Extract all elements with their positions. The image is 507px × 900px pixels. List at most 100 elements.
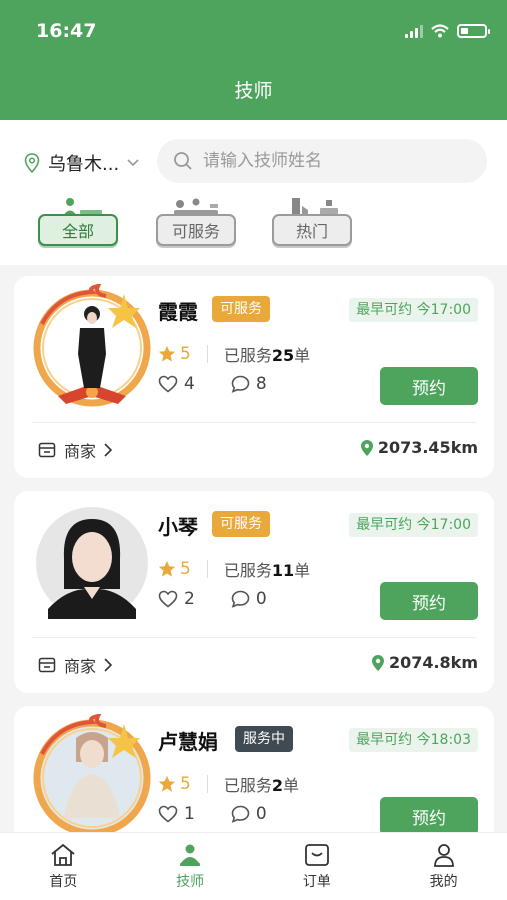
page-title: 技师 [234, 80, 273, 102]
search-input[interactable] [203, 151, 473, 171]
rating-score: 5 [180, 344, 191, 364]
filter-tab-label: 可服务 [156, 214, 236, 246]
stats-row: 2 0 [158, 589, 267, 609]
tab-home[interactable]: 首页 [0, 833, 127, 900]
star-icon [158, 345, 176, 362]
rating-score: 5 [180, 774, 191, 794]
filter-tab-label: 热门 [272, 214, 352, 246]
merchant-link[interactable]: 商家 [38, 653, 113, 677]
earliest-time: 今17:00 [416, 517, 471, 533]
technician-card[interactable]: 霞霞 可服务 最早可约 今17:00 5 已服务25单 4 8 预约 商家 20… [14, 276, 494, 478]
comment-count: 8 [255, 374, 267, 394]
signal-icon [405, 24, 423, 38]
rating-row: 5 已服务2单 [158, 772, 299, 796]
location-pin-icon [360, 439, 373, 456]
distance-value: 2073.45km [377, 438, 478, 457]
heart-icon[interactable] [158, 375, 178, 393]
app-header: 16:47 技师 [0, 0, 507, 120]
merchant-link[interactable]: 商家 [38, 438, 113, 462]
tab-orders[interactable]: 订单 [254, 833, 381, 900]
star-icon [158, 775, 176, 792]
search-box[interactable] [157, 139, 487, 183]
tab-label: 技师 [176, 874, 205, 890]
tab-technician[interactable]: 技师 [127, 833, 254, 900]
filter-tab-available[interactable]: 可服务 [156, 196, 236, 250]
store-icon [38, 442, 56, 458]
location-selector[interactable]: 乌鲁木... [24, 150, 139, 176]
status-badge: 可服务 [212, 511, 270, 537]
star-icon [158, 560, 176, 577]
technician-name: 小琴 [158, 515, 198, 539]
merchant-label: 商家 [64, 442, 97, 461]
tab-label: 我的 [429, 874, 458, 890]
rating-score: 5 [180, 559, 191, 579]
avatar [28, 499, 156, 627]
avatar-frame-icon [33, 284, 151, 407]
chevron-right-icon [104, 658, 113, 672]
book-button[interactable]: 预约 [380, 797, 478, 835]
earliest-time: 今17:00 [416, 302, 471, 318]
like-count: 1 [184, 804, 195, 824]
status-time: 16:47 [36, 20, 97, 42]
tab-profile[interactable]: 我的 [380, 833, 507, 900]
avatar [28, 714, 156, 842]
earliest-booking: 最早可约 今18:03 [349, 728, 478, 752]
comment-count: 0 [255, 804, 267, 824]
comment-icon[interactable] [231, 590, 250, 608]
divider [32, 637, 476, 638]
technician-name: 卢慧娟 [158, 730, 218, 754]
divider [206, 345, 208, 363]
like-count: 4 [184, 374, 195, 394]
wifi-icon [431, 24, 449, 38]
avatar-photo-icon [36, 507, 148, 619]
divider [206, 560, 208, 578]
bottom-tab-bar: 首页 技师 订单 我的 [0, 832, 507, 900]
rating-row: 5 已服务25单 [158, 342, 310, 366]
home-icon [51, 843, 75, 866]
comment-icon[interactable] [231, 375, 250, 393]
served-count: 已服务25单 [223, 346, 311, 365]
merchant-label: 商家 [64, 657, 97, 676]
earliest-label: 最早可约 [356, 302, 413, 318]
distance: 2074.8km [371, 653, 478, 672]
status-badge: 可服务 [212, 296, 270, 322]
served-count: 已服务11单 [223, 561, 311, 580]
chevron-down-icon [127, 159, 139, 167]
stats-row: 4 8 [158, 374, 267, 394]
earliest-booking: 最早可约 今17:00 [349, 298, 478, 322]
divider [32, 422, 476, 423]
filter-tab-hot[interactable]: 热门 [272, 196, 352, 250]
search-icon [174, 152, 192, 170]
battery-icon [457, 24, 490, 38]
served-count: 已服务2单 [223, 776, 299, 795]
distance: 2073.45km [360, 438, 478, 457]
book-button[interactable]: 预约 [380, 367, 478, 405]
stats-row: 1 0 [158, 804, 267, 824]
location-pin-icon [24, 153, 40, 173]
store-icon [38, 657, 56, 673]
heart-icon[interactable] [158, 805, 178, 823]
tab-label: 首页 [49, 874, 78, 890]
chevron-right-icon [104, 443, 113, 457]
book-button[interactable]: 预约 [380, 582, 478, 620]
technician-name: 霞霞 [158, 300, 198, 324]
heart-icon[interactable] [158, 590, 178, 608]
like-count: 2 [184, 589, 195, 609]
tab-label: 订单 [302, 874, 331, 890]
status-badge: 服务中 [235, 726, 293, 752]
divider [206, 775, 208, 793]
status-icons [405, 24, 490, 38]
technician-card[interactable]: 小琴 可服务 最早可约 今17:00 5 已服务11单 2 0 预约 商家 20… [14, 491, 494, 693]
earliest-booking: 最早可约 今17:00 [349, 513, 478, 537]
order-icon [304, 844, 329, 866]
avatar [28, 284, 156, 412]
technician-icon [180, 844, 201, 866]
comment-count: 0 [255, 589, 267, 609]
location-pin-icon [371, 654, 384, 671]
comment-icon[interactable] [231, 805, 250, 823]
earliest-time: 今18:03 [416, 732, 471, 748]
avatar-frame-icon [33, 714, 151, 837]
filter-tab-label: 全部 [38, 214, 118, 246]
earliest-label: 最早可约 [356, 732, 413, 748]
filter-tab-all[interactable]: 全部 [38, 196, 118, 250]
